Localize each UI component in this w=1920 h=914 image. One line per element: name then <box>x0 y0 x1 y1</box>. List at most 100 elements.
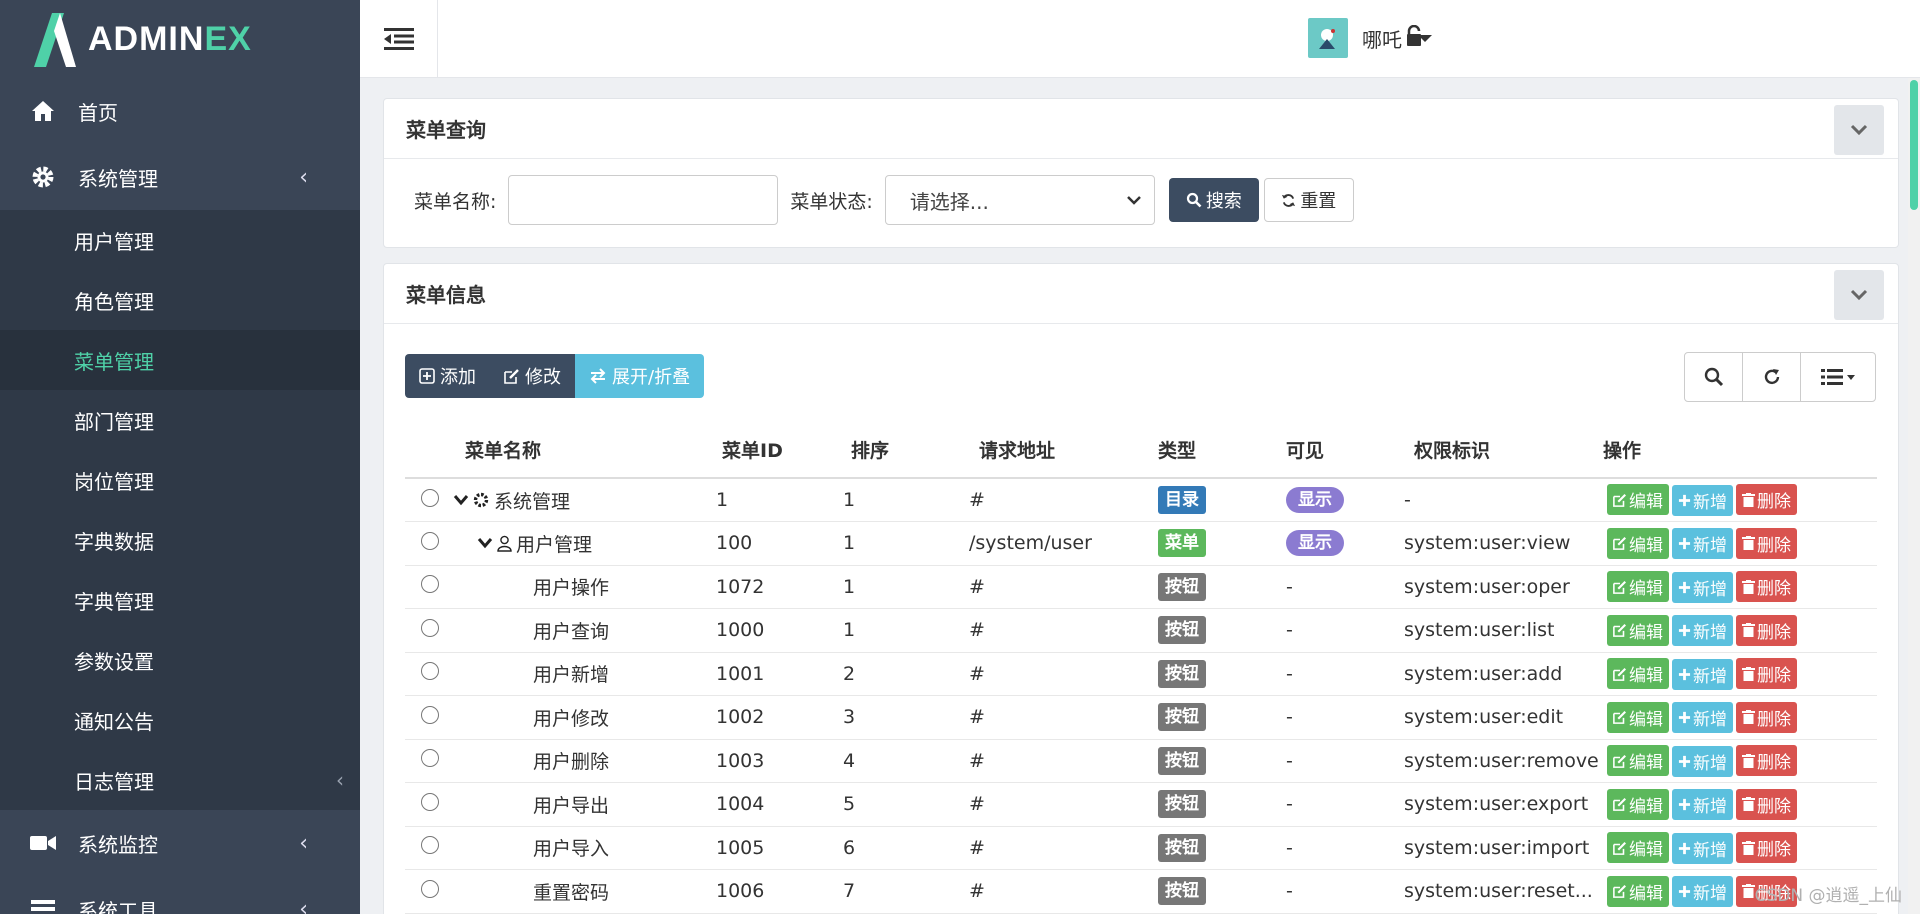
row-radio[interactable] <box>421 749 439 768</box>
row-delete-button[interactable]: 删除 <box>1736 745 1797 776</box>
table-row[interactable]: 用户导入 1005 6 # 按钮 - system:user:import 编辑 新增 删除 <box>405 826 1877 870</box>
sidebar-item-config[interactable]: 参数设置 <box>0 630 360 690</box>
row-delete-button[interactable]: 删除 <box>1736 701 1797 733</box>
table-row[interactable]: 用户操作 1072 1 # 按钮 - system:user:oper 编辑 新增 删除 <box>405 565 1877 609</box>
chevron-down-icon[interactable] <box>453 494 469 506</box>
table-row[interactable]: 用户导出 1004 5 # 按钮 - system:user:export 编辑 新增 删除 <box>405 782 1877 827</box>
table-row[interactable]: 重置密码 1006 7 # 按钮 - system:user:reset... 编辑 新增 删除 <box>405 869 1877 914</box>
chevron-down-icon[interactable] <box>477 537 493 549</box>
sidebar-item-menu[interactable]: 菜单管理 <box>0 330 360 390</box>
menu-name-input[interactable] <box>508 175 779 225</box>
scrollbar-thumb[interactable] <box>1910 80 1918 210</box>
plus-icon <box>1678 581 1691 593</box>
table-tools <box>1684 352 1876 402</box>
row-edit-button[interactable]: 编辑 <box>1607 658 1669 689</box>
row-delete-button[interactable]: 删除 <box>1736 571 1797 602</box>
row-radio[interactable] <box>421 488 439 507</box>
row-add-button[interactable]: 新增 <box>1672 658 1733 690</box>
sidebar-item-dict[interactable]: 字典管理 <box>0 570 360 630</box>
row-add-button[interactable]: 新增 <box>1672 571 1733 603</box>
column-header[interactable]: 权限标识 <box>1414 422 1603 479</box>
refresh-button[interactable] <box>1743 353 1801 401</box>
sidebar-toggle-button[interactable] <box>360 0 438 78</box>
sidebar-item-user[interactable]: 用户管理 <box>0 210 360 270</box>
sidebar-item-dept[interactable]: 部门管理 <box>0 390 360 450</box>
search-button[interactable]: 搜索 <box>1168 178 1259 222</box>
sidebar-item-system[interactable]: 系统管理 ‹ <box>0 144 360 210</box>
sidebar-item-tools[interactable]: 系统工具 ‹ <box>0 876 360 914</box>
row-edit-button[interactable]: 编辑 <box>1607 484 1669 516</box>
row-radio[interactable] <box>421 836 439 855</box>
row-radio[interactable] <box>421 705 439 724</box>
table-row[interactable]: 用户删除 1003 4 # 按钮 - system:user:remove 编辑 新增 删除 <box>405 739 1877 783</box>
table-row[interactable]: 系统管理 1 1 # 目录 显示 - 编辑 新增 删除 <box>405 478 1877 522</box>
column-header[interactable]: 请求地址 <box>979 422 1158 479</box>
row-edit-button[interactable]: 编辑 <box>1607 875 1669 907</box>
row-edit-button[interactable]: 编辑 <box>1607 571 1669 602</box>
menu-status-select[interactable]: 请选择... <box>884 175 1155 225</box>
menu-order: 5 <box>843 793 856 816</box>
sidebar-item-log[interactable]: 日志管理 ‹ <box>0 750 360 810</box>
permission: system:user:add <box>1404 662 1563 685</box>
sidebar-item-monitor[interactable]: 系统监控 ‹ <box>0 810 360 876</box>
row-add-button[interactable]: 新增 <box>1672 484 1733 516</box>
brand-logo[interactable]: ADMINEX <box>0 0 360 78</box>
row-edit-button[interactable]: 编辑 <box>1607 788 1669 820</box>
row-radio[interactable] <box>421 575 439 594</box>
edit-icon <box>1613 754 1626 768</box>
column-header[interactable]: 菜单ID <box>722 422 851 479</box>
row-add-button[interactable]: 新增 <box>1672 789 1733 820</box>
row-add-button[interactable]: 新增 <box>1672 528 1733 559</box>
row-radio[interactable] <box>421 531 439 550</box>
chevron-down-icon <box>1850 124 1868 136</box>
row-delete-button[interactable]: 删除 <box>1736 484 1797 516</box>
row-add-button[interactable]: 新增 <box>1672 832 1733 864</box>
watermark: CSDN @逍遥_上仙 <box>1754 886 1902 906</box>
column-header[interactable]: 菜单名称 <box>465 422 722 479</box>
row-delete-button[interactable]: 删除 <box>1736 832 1797 863</box>
sidebar-item-home[interactable]: 首页 <box>0 78 360 144</box>
row-radio[interactable] <box>421 662 439 681</box>
table-row[interactable]: 用户查询 1000 1 # 按钮 - system:user:list 编辑 新增 删除 <box>405 608 1877 653</box>
expand-collapse-button[interactable]: 展开/折叠 <box>575 354 705 398</box>
sidebar-item-post[interactable]: 岗位管理 <box>0 450 360 510</box>
row-radio[interactable] <box>421 618 439 637</box>
row-edit-button[interactable]: 编辑 <box>1607 701 1669 733</box>
sidebar-item-notice[interactable]: 通知公告 <box>0 690 360 750</box>
user-menu[interactable]: 哪吒 <box>1308 18 1432 58</box>
menu-order: 1 <box>843 489 856 511</box>
row-add-button[interactable]: 新增 <box>1672 745 1733 777</box>
collapse-button[interactable] <box>1834 270 1884 320</box>
toggle-search-button[interactable] <box>1685 353 1743 401</box>
row-edit-button[interactable]: 编辑 <box>1607 832 1669 863</box>
chevron-left-icon: ‹ <box>299 830 308 856</box>
table-row[interactable]: 用户管理 100 1/system/user 菜单 显示 system:user:view… <box>405 521 1877 566</box>
add-button[interactable]: 添加 <box>405 354 490 398</box>
table-row[interactable]: 用户新增 1001 2 # 按钮 - system:user:add 编辑 新增 删除 <box>405 652 1877 696</box>
column-header[interactable]: 排序 <box>851 422 979 479</box>
edit-icon <box>1613 537 1626 550</box>
sidebar-item-role[interactable]: 角色管理 <box>0 270 360 330</box>
row-radio[interactable] <box>421 879 439 898</box>
row-delete-button[interactable]: 删除 <box>1736 614 1797 646</box>
menu-order: 6 <box>843 836 856 859</box>
row-add-button[interactable]: 新增 <box>1672 876 1733 907</box>
columns-button[interactable] <box>1801 353 1875 401</box>
bars-icon <box>30 896 56 914</box>
edit-button[interactable]: 修改 <box>490 354 575 398</box>
row-edit-button[interactable]: 编辑 <box>1607 614 1669 646</box>
row-delete-button[interactable]: 删除 <box>1736 788 1797 820</box>
row-add-button[interactable]: 新增 <box>1672 615 1733 646</box>
row-delete-button[interactable]: 删除 <box>1736 658 1797 689</box>
row-edit-button[interactable]: 编辑 <box>1607 745 1669 776</box>
reset-button[interactable]: 重置 <box>1263 178 1354 222</box>
sidebar-item-dict-data[interactable]: 字典数据 <box>0 510 360 570</box>
row-delete-button[interactable]: 删除 <box>1736 527 1797 559</box>
column-header[interactable]: 可见 <box>1286 422 1414 479</box>
row-edit-button[interactable]: 编辑 <box>1607 527 1669 559</box>
column-header[interactable]: 类型 <box>1158 422 1286 479</box>
table-row[interactable]: 用户修改 1002 3 # 按钮 - system:user:edit 编辑 新增 删除 <box>405 695 1877 740</box>
collapse-button[interactable] <box>1834 105 1884 155</box>
row-add-button[interactable]: 新增 <box>1672 702 1733 733</box>
row-radio[interactable] <box>421 792 439 811</box>
